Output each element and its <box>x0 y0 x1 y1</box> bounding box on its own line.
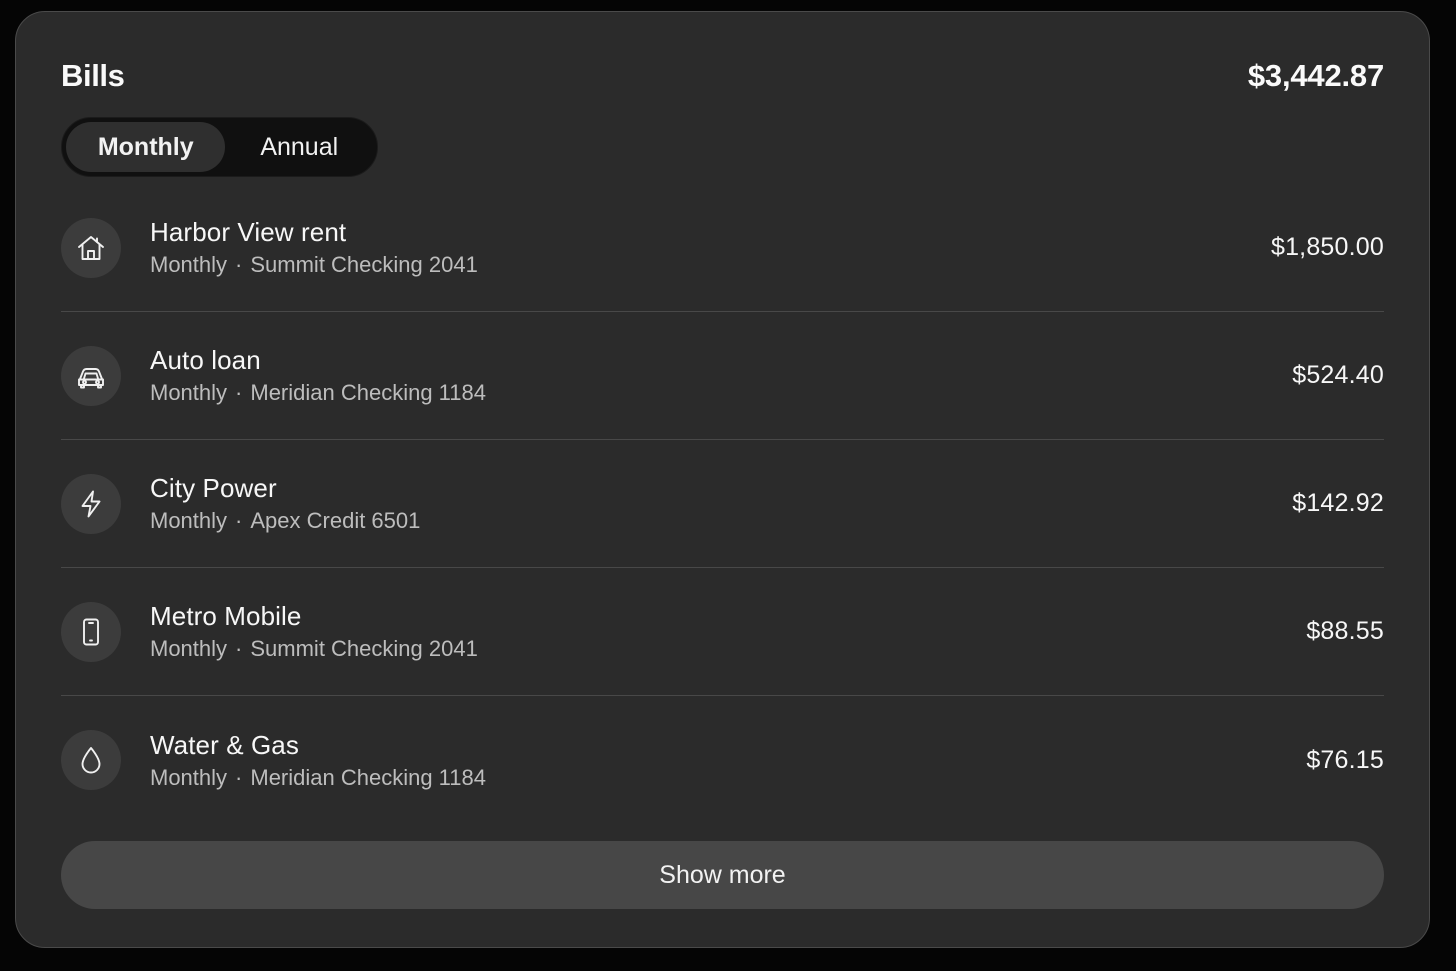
bill-details: Monthly · Summit Checking 2041 <box>150 251 1271 279</box>
bill-account: Apex Credit 6501 <box>250 508 421 533</box>
bill-row[interactable]: Harbor View rent Monthly · Summit Checking… <box>61 184 1384 312</box>
card-header: Bills $3,442.87 <box>61 56 1384 96</box>
bill-account: Summit Checking 2041 <box>250 636 478 661</box>
bills-card: Bills $3,442.87 Monthly Annual Harbor Vi… <box>15 11 1430 948</box>
bill-row[interactable]: Auto loan Monthly · Meridian Checking 1184… <box>61 312 1384 440</box>
bill-account: Meridian Checking 1184 <box>250 380 486 405</box>
bill-name: Harbor View rent <box>150 217 347 247</box>
bill-info: Water & Gas Monthly · Meridian Checking 11… <box>150 729 1306 792</box>
bill-amount: $76.15 <box>1306 745 1384 774</box>
phone-icon <box>61 601 121 662</box>
toggle-annual[interactable]: Annual <box>225 122 373 172</box>
bills-total: $3,442.87 <box>1247 58 1384 93</box>
bill-account: Meridian Checking 1184 <box>250 764 486 790</box>
bill-info: City Power Monthly · Apex Credit 6501 <box>150 472 1292 535</box>
bill-row[interactable]: Metro Mobile Monthly · Summit Checking 204… <box>61 568 1384 696</box>
car-icon <box>61 345 121 406</box>
water-drop-icon <box>61 730 121 790</box>
bill-info: Auto loan Monthly · Meridian Checking 1184 <box>150 344 1292 407</box>
bill-details: Monthly · Meridian Checking 1184 <box>150 379 1292 407</box>
bill-details: Monthly · Meridian Checking 1184 <box>150 764 1306 792</box>
separator-dot: · <box>235 508 243 533</box>
bill-details: Monthly · Apex Credit 6501 <box>150 507 1292 535</box>
bill-row[interactable]: Water & Gas Monthly · Meridian Checking 11… <box>61 696 1384 824</box>
bill-name: Water & Gas <box>150 729 299 760</box>
separator-dot: · <box>235 636 243 661</box>
bill-name: Auto loan <box>150 345 261 375</box>
bill-frequency: Monthly <box>150 380 228 405</box>
separator-dot: · <box>235 764 243 790</box>
show-more-button[interactable]: Show more <box>61 841 1384 909</box>
separator-dot: · <box>235 252 243 277</box>
lightning-icon <box>61 473 121 534</box>
bill-row[interactable]: City Power Monthly · Apex Credit 6501 $142… <box>61 440 1384 568</box>
bill-name: Metro Mobile <box>150 601 302 631</box>
bill-account: Summit Checking 2041 <box>250 252 478 277</box>
bill-frequency: Monthly <box>150 636 228 661</box>
separator-dot: · <box>235 380 243 405</box>
card-title: Bills <box>61 58 125 93</box>
bill-name: City Power <box>150 473 277 503</box>
bill-info: Harbor View rent Monthly · Summit Checking… <box>150 216 1271 279</box>
bill-amount: $142.92 <box>1292 489 1384 517</box>
bill-amount: $88.55 <box>1306 617 1384 645</box>
period-toggle: Monthly Annual <box>61 117 378 177</box>
bill-info: Metro Mobile Monthly · Summit Checking 204… <box>150 600 1306 663</box>
bill-frequency: Monthly <box>150 252 228 277</box>
toggle-monthly[interactable]: Monthly <box>66 122 226 172</box>
bills-list: Harbor View rent Monthly · Summit Checking… <box>61 184 1384 824</box>
bill-frequency: Monthly <box>150 764 228 790</box>
house-icon <box>61 217 121 278</box>
bill-amount: $524.40 <box>1292 361 1384 389</box>
bill-details: Monthly · Summit Checking 2041 <box>150 635 1306 663</box>
bill-frequency: Monthly <box>150 508 228 533</box>
bill-amount: $1,850.00 <box>1270 233 1384 261</box>
